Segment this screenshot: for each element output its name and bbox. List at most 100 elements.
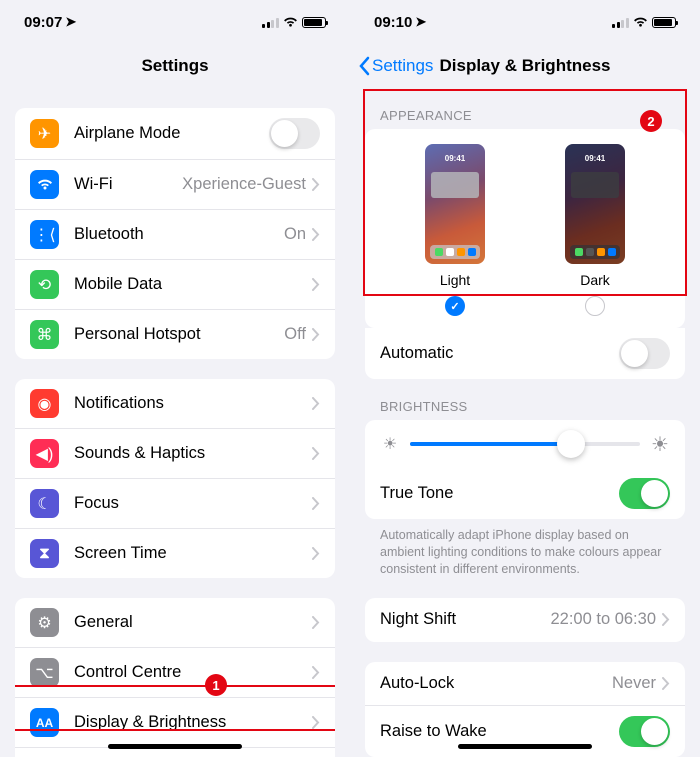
home-indicator[interactable] (458, 744, 592, 749)
chevron-icon (312, 547, 320, 560)
status-bar: 09:07 ➤ (0, 0, 350, 44)
cellular-icon (262, 17, 279, 28)
battery-icon (302, 17, 326, 28)
row-label: Personal Hotspot (74, 325, 284, 344)
row-label: Automatic (380, 344, 619, 363)
gear-icon: ⚙ (30, 608, 59, 637)
aa-icon: AA (30, 708, 59, 737)
chevron-icon (312, 228, 320, 241)
row-value: Off (284, 325, 306, 344)
row-label: Auto-Lock (380, 674, 612, 693)
nav-bar: Settings (0, 44, 350, 88)
page-title: Settings (141, 56, 208, 76)
row-focus[interactable]: ☾ Focus (15, 479, 335, 529)
row-wifi[interactable]: Wi-Fi Xperience-Guest (15, 160, 335, 210)
appearance-section: 09:41 Light 09:41 Dark (365, 129, 685, 328)
status-time: 09:10 (374, 14, 412, 31)
row-bluetooth[interactable]: ⋮⟨ Bluetooth On (15, 210, 335, 260)
row-value: 22:00 to 06:30 (550, 610, 656, 629)
nav-bar: Settings Display & Brightness (350, 44, 700, 88)
row-label: Display & Brightness (74, 713, 312, 732)
row-label: Raise to Wake (380, 722, 619, 741)
row-label: True Tone (380, 484, 619, 503)
row-hotspot[interactable]: ⌘ Personal Hotspot Off (15, 310, 335, 359)
brightness-slider-row[interactable]: ☀ ☀ (365, 420, 685, 468)
battery-icon (652, 17, 676, 28)
row-value: Never (612, 674, 656, 693)
row-display-brightness[interactable]: AA Display & Brightness (15, 698, 335, 748)
chevron-icon (312, 328, 320, 341)
back-button[interactable]: Settings (358, 56, 433, 76)
row-label: Mobile Data (74, 275, 312, 294)
dark-radio[interactable] (585, 296, 605, 316)
row-value: On (284, 225, 306, 244)
row-home-screen[interactable]: ⊞ Home Screen (15, 748, 335, 757)
row-general[interactable]: ⚙ General (15, 598, 335, 648)
moon-icon: ☾ (30, 489, 59, 518)
chevron-icon (312, 178, 320, 191)
sun-large-icon: ☀ (650, 434, 670, 454)
settings-group-general: ⚙ General ⌥ Control Centre AA Display & … (15, 598, 335, 757)
page-title: Display & Brightness (440, 56, 611, 76)
bell-icon: ◉ (30, 389, 59, 418)
row-label: Notifications (74, 394, 312, 413)
status-time: 09:07 (24, 14, 62, 31)
wifi-settings-icon (30, 170, 59, 199)
appearance-light[interactable]: 09:41 Light (425, 144, 485, 316)
light-radio[interactable] (445, 296, 465, 316)
annotation-badge-1: 1 (205, 674, 227, 696)
chevron-icon (312, 616, 320, 629)
display-brightness-screen: 09:10 ➤ Settings Display & Brightness AP… (350, 0, 700, 757)
dark-preview: 09:41 (565, 144, 625, 264)
row-control-centre[interactable]: ⌥ Control Centre (15, 648, 335, 698)
home-indicator[interactable] (108, 744, 242, 749)
settings-group-connectivity: ✈ Airplane Mode Wi-Fi Xperience-Guest ⋮⟨… (15, 108, 335, 359)
row-sounds[interactable]: ◀) Sounds & Haptics (15, 429, 335, 479)
location-icon: ➤ (415, 14, 426, 30)
nightshift-group: Night Shift 22:00 to 06:30 (365, 598, 685, 642)
row-automatic[interactable]: Automatic (365, 328, 685, 379)
slider-thumb[interactable] (557, 430, 585, 458)
brightness-slider[interactable] (410, 442, 640, 446)
speaker-icon: ◀) (30, 439, 59, 468)
row-truetone[interactable]: True Tone (365, 468, 685, 519)
sun-small-icon: ☀ (380, 434, 400, 454)
chevron-icon (662, 613, 670, 626)
row-mobile-data[interactable]: ⟲ Mobile Data (15, 260, 335, 310)
bluetooth-icon: ⋮⟨ (30, 220, 59, 249)
automatic-group: Automatic (365, 328, 685, 379)
row-label: Control Centre (74, 663, 312, 682)
chevron-icon (312, 716, 320, 729)
automatic-toggle[interactable] (619, 338, 670, 369)
row-label: Focus (74, 494, 312, 513)
chevron-icon (312, 397, 320, 410)
row-nightshift[interactable]: Night Shift 22:00 to 06:30 (365, 598, 685, 642)
row-screentime[interactable]: ⧗ Screen Time (15, 529, 335, 578)
row-autolock[interactable]: Auto-Lock Never (365, 662, 685, 706)
dark-label: Dark (580, 272, 610, 288)
chevron-icon (312, 447, 320, 460)
wifi-icon (633, 17, 648, 28)
row-notifications[interactable]: ◉ Notifications (15, 379, 335, 429)
switches-icon: ⌥ (30, 658, 59, 687)
wifi-icon (283, 17, 298, 28)
row-label: Sounds & Haptics (74, 444, 312, 463)
truetone-toggle[interactable] (619, 478, 670, 509)
lock-group: Auto-Lock Never Raise to Wake (365, 662, 685, 757)
status-bar: 09:10 ➤ (350, 0, 700, 44)
row-label: Night Shift (380, 610, 550, 629)
row-value: Xperience-Guest (182, 175, 306, 194)
antenna-icon: ⟲ (30, 270, 59, 299)
light-label: Light (440, 272, 470, 288)
raise-toggle[interactable] (619, 716, 670, 747)
airplane-icon: ✈ (30, 119, 59, 148)
appearance-dark[interactable]: 09:41 Dark (565, 144, 625, 316)
row-airplane[interactable]: ✈ Airplane Mode (15, 108, 335, 160)
row-label: General (74, 613, 312, 632)
row-label: Screen Time (74, 544, 312, 563)
annotation-badge-2: 2 (640, 110, 662, 132)
airplane-toggle[interactable] (269, 118, 320, 149)
link-icon: ⌘ (30, 320, 59, 349)
back-label: Settings (372, 56, 433, 76)
brightness-group: ☀ ☀ True Tone (365, 420, 685, 519)
